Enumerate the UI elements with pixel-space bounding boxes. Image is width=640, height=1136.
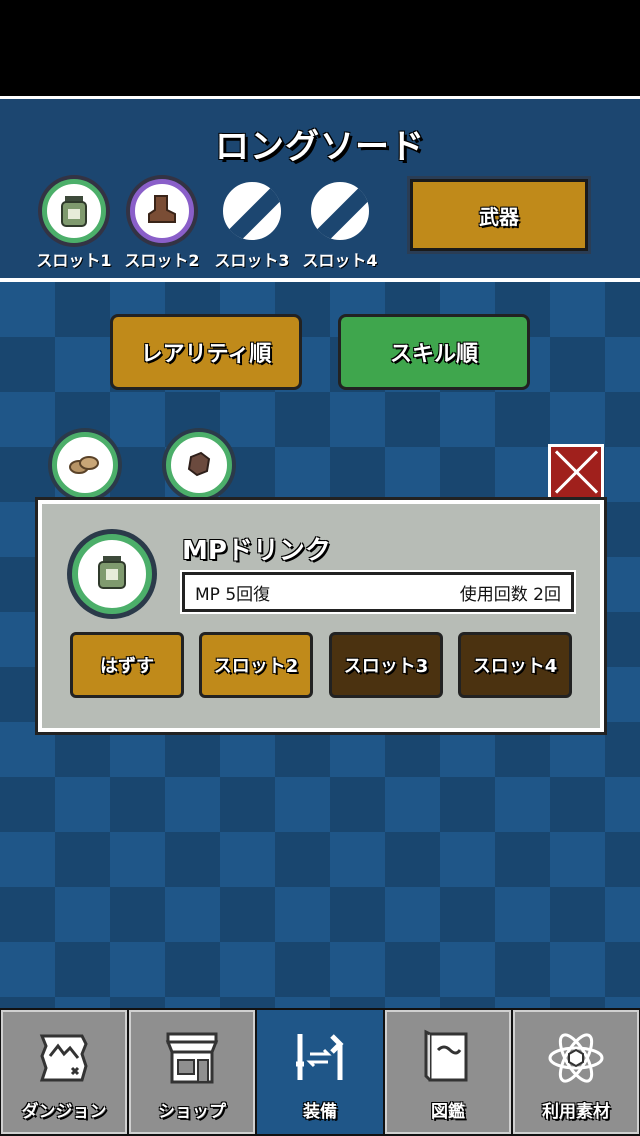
slot-4-label: スロット4: [302, 251, 378, 270]
empty-slot-icon: [308, 179, 372, 243]
move-to-slot4-button[interactable]: スロット4: [458, 632, 572, 698]
slot-2-label: スロット2: [124, 251, 200, 270]
unequip-button[interactable]: はずす: [70, 632, 184, 698]
close-button[interactable]: [548, 444, 604, 500]
slot-1[interactable]: スロット1: [30, 179, 118, 271]
nav-materials-label: 利用素材: [542, 1102, 610, 1122]
weapon-title: ロングソード: [215, 127, 425, 167]
move-to-slot3-button[interactable]: スロット3: [329, 632, 443, 698]
status-bar: [0, 0, 640, 96]
nav-encyclopedia-label: 図鑑: [431, 1102, 465, 1122]
map-icon: [39, 1034, 88, 1082]
nav-shop[interactable]: ショップ: [129, 1010, 255, 1134]
item-uses: 使用回数 2回: [459, 584, 561, 605]
nav-encyclopedia[interactable]: 図鑑: [385, 1010, 511, 1134]
inventory-item-ore[interactable]: [166, 432, 232, 498]
nav-materials[interactable]: 利用素材: [513, 1010, 639, 1134]
item-detail-panel: MPドリンク MP 5回復 使用回数 2回 はずす スロット2 スロット3 スロ…: [35, 497, 607, 735]
move-to-slot2-button[interactable]: スロット2: [199, 632, 313, 698]
mp-drink-bottle-icon: [42, 179, 106, 243]
equipment-icon: [296, 1034, 344, 1080]
bread-icon: [69, 456, 99, 474]
atom-icon: [548, 1033, 604, 1083]
slot-2[interactable]: スロット2: [118, 179, 206, 271]
inventory-item-bread[interactable]: [52, 432, 118, 498]
shop-icon: [165, 1032, 219, 1084]
mp-drink-bottle-icon: [72, 534, 152, 614]
empty-slot-icon: [220, 179, 284, 243]
item-effect: MP 5回復: [195, 584, 271, 605]
item-name: MPドリンク: [182, 536, 331, 566]
nav-dungeon[interactable]: ダンジョン: [1, 1010, 127, 1134]
slot-3-label: スロット3: [214, 251, 290, 270]
weapon-header: ロングソード スロット1 スロット2 スロット3 スロット4 武器: [0, 96, 640, 282]
nav-shop-label: ショップ: [158, 1102, 226, 1122]
book-icon: [424, 1029, 468, 1082]
slot-3[interactable]: スロット3: [208, 179, 296, 271]
nav-equipment[interactable]: 装備: [257, 1010, 383, 1134]
slot-4[interactable]: スロット4: [296, 179, 384, 271]
weapon-category-button[interactable]: 武器: [407, 176, 591, 254]
item-info-box: MP 5回復 使用回数 2回: [180, 570, 576, 614]
bottom-nav: ダンジョン ショップ 装備 図鑑 利用素材: [0, 1008, 640, 1136]
slot-1-label: スロット1: [36, 251, 112, 270]
boot-icon: [130, 179, 194, 243]
nav-equipment-label: 装備: [303, 1102, 337, 1122]
ore-icon: [187, 451, 211, 477]
nav-dungeon-label: ダンジョン: [21, 1102, 107, 1122]
sort-skill-button[interactable]: スキル順: [338, 314, 530, 390]
inventory-area: レアリティ順 スキル順 MPドリンク MP 5回復 使用回数 2回 はずす スロ…: [0, 282, 640, 1008]
sort-rarity-button[interactable]: レアリティ順: [110, 314, 302, 390]
